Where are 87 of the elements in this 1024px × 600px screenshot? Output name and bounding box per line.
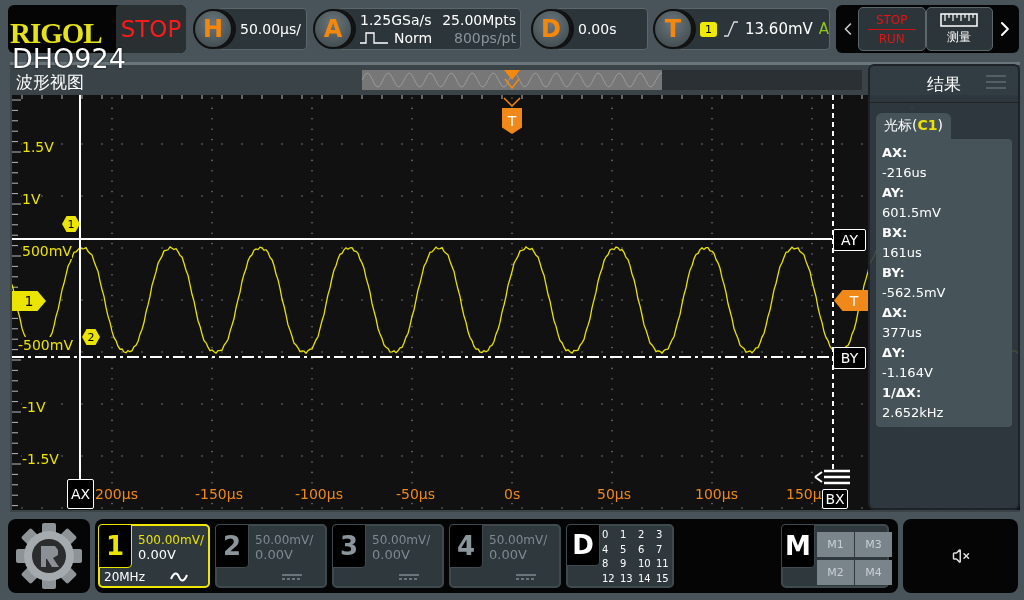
brand-logo: RIGOL [9, 15, 102, 49]
voltage-label: -500mV [18, 337, 73, 353]
digital-bit: 3 [656, 528, 664, 542]
memory-depth: 25.00Mpts [442, 12, 516, 28]
trigger-position-icon [503, 70, 521, 90]
channel-offset: 0.00V [489, 546, 527, 562]
cursor-badge: 1 [62, 216, 80, 232]
digital-bit: 8 [602, 557, 610, 571]
voltage-label: 500mV [22, 243, 72, 259]
voltage-label: -1V [22, 399, 46, 415]
channel-card[interactable]: 2 50.00mV/ 0.00V [215, 524, 327, 588]
channel-offset: 0.00V [138, 546, 176, 562]
channel-card[interactable]: 3 50.00mV/ 0.00V [332, 524, 444, 588]
voltage-label: 1V [22, 191, 41, 207]
digital-bit: 1 [620, 528, 628, 542]
gear-logo-icon[interactable] [15, 522, 83, 590]
ruler-icon [940, 12, 979, 27]
time-label: -50μs [396, 486, 436, 502]
reading-value: -216us [882, 164, 928, 182]
time-label: 200μs [95, 486, 138, 502]
reading-value: 601.5mV [882, 204, 942, 222]
digital-bit: 2 [638, 528, 646, 542]
channel-offset: 0.00V [255, 546, 293, 562]
cursor-label[interactable]: AX [67, 479, 94, 509]
measure-button[interactable]: 测量 [925, 7, 994, 51]
time-label: -150μs [195, 486, 243, 502]
digital-bit: 10 [638, 557, 652, 571]
voltage-label: 1.5V [22, 139, 54, 155]
trigger-sweep: A [818, 20, 830, 38]
channel-scale: 50.00mV/ [372, 532, 431, 547]
cursor-label[interactable]: BX [822, 489, 848, 509]
time-label: 100μs [695, 486, 738, 502]
reading-value: -562.5mV [882, 284, 947, 302]
reading-value: 161us [882, 244, 923, 262]
reading-value: 2.652kHz [882, 404, 945, 422]
reading-label: BY: [882, 264, 906, 282]
reading-label: AY: [882, 184, 906, 202]
horizontal-scale: 50.00μs/ [240, 21, 301, 37]
time-label: 0s [504, 486, 521, 502]
bandwidth-limit: 20MHz [104, 570, 145, 584]
digital-bit: 14 [638, 571, 652, 586]
menu-icon[interactable] [814, 469, 850, 485]
channel-card[interactable]: 4 50.00mV/ 0.00V [449, 524, 561, 588]
acquisition-mode: Norm [394, 30, 433, 46]
reading-value: -1.164V [882, 364, 934, 382]
time-label: 50μs [597, 486, 631, 502]
reading-label: AX: [882, 144, 909, 162]
cursor-label[interactable]: AY [833, 229, 866, 251]
voltage-label: -1.5V [22, 451, 59, 467]
digital-bit: 4 [602, 542, 610, 557]
cursor-label[interactable]: BY [833, 347, 866, 369]
digital-bit: 5 [620, 542, 628, 557]
digital-bit: 15 [656, 571, 670, 586]
channel-scale: 50.00mV/ [489, 532, 548, 547]
pulse-icon [360, 31, 388, 45]
trigger-source-badge: 1 [700, 21, 717, 37]
digital-bit: 9 [620, 557, 628, 571]
channel-scale: 50.00mV/ [255, 532, 314, 547]
digital-bit: 13 [620, 571, 634, 586]
reading-label: ΔY: [882, 344, 907, 362]
delay-value: 0.00s [578, 21, 617, 37]
channel-marker[interactable]: 1 [12, 291, 46, 311]
reading-label: BX: [882, 224, 909, 242]
reading-value: 377us [882, 324, 923, 342]
cursor-tab[interactable]: 光标(C1) [876, 113, 951, 139]
reading-label: 1/ΔX: [882, 384, 923, 402]
channel-scale: 500.00mV/ [138, 532, 204, 547]
digital-bit: 12 [602, 571, 616, 586]
trigger-level: 13.60mV [745, 20, 813, 38]
digital-bit: 7 [656, 542, 664, 557]
rising-edge-icon [723, 21, 739, 37]
panel-title: 波形视图 [16, 70, 84, 94]
channel-card[interactable]: 1 500.00mV/ 0.00V 20MHz [98, 524, 210, 588]
digital-bit: 0 [602, 528, 610, 542]
digital-bit: 11 [656, 557, 670, 571]
mute-icon[interactable] [951, 547, 970, 565]
time-label: 150μ [786, 486, 822, 502]
time-per-point: 800ps/pt [454, 30, 516, 46]
time-label: -100μs [295, 486, 343, 502]
cursor-line[interactable] [832, 95, 834, 470]
digital-bit: 6 [638, 542, 646, 557]
digital-card[interactable]: D 0 1 2 3 4 5 6 7 8 9 10 11 12 13 14 15 [566, 524, 674, 588]
sample-rate: 1.25GSa/s [360, 12, 432, 28]
cursor-badge: 2 [82, 329, 100, 345]
results-title: 结果 [927, 72, 961, 96]
channel-offset: 0.00V [372, 546, 410, 562]
reading-label: ΔX: [882, 304, 909, 322]
